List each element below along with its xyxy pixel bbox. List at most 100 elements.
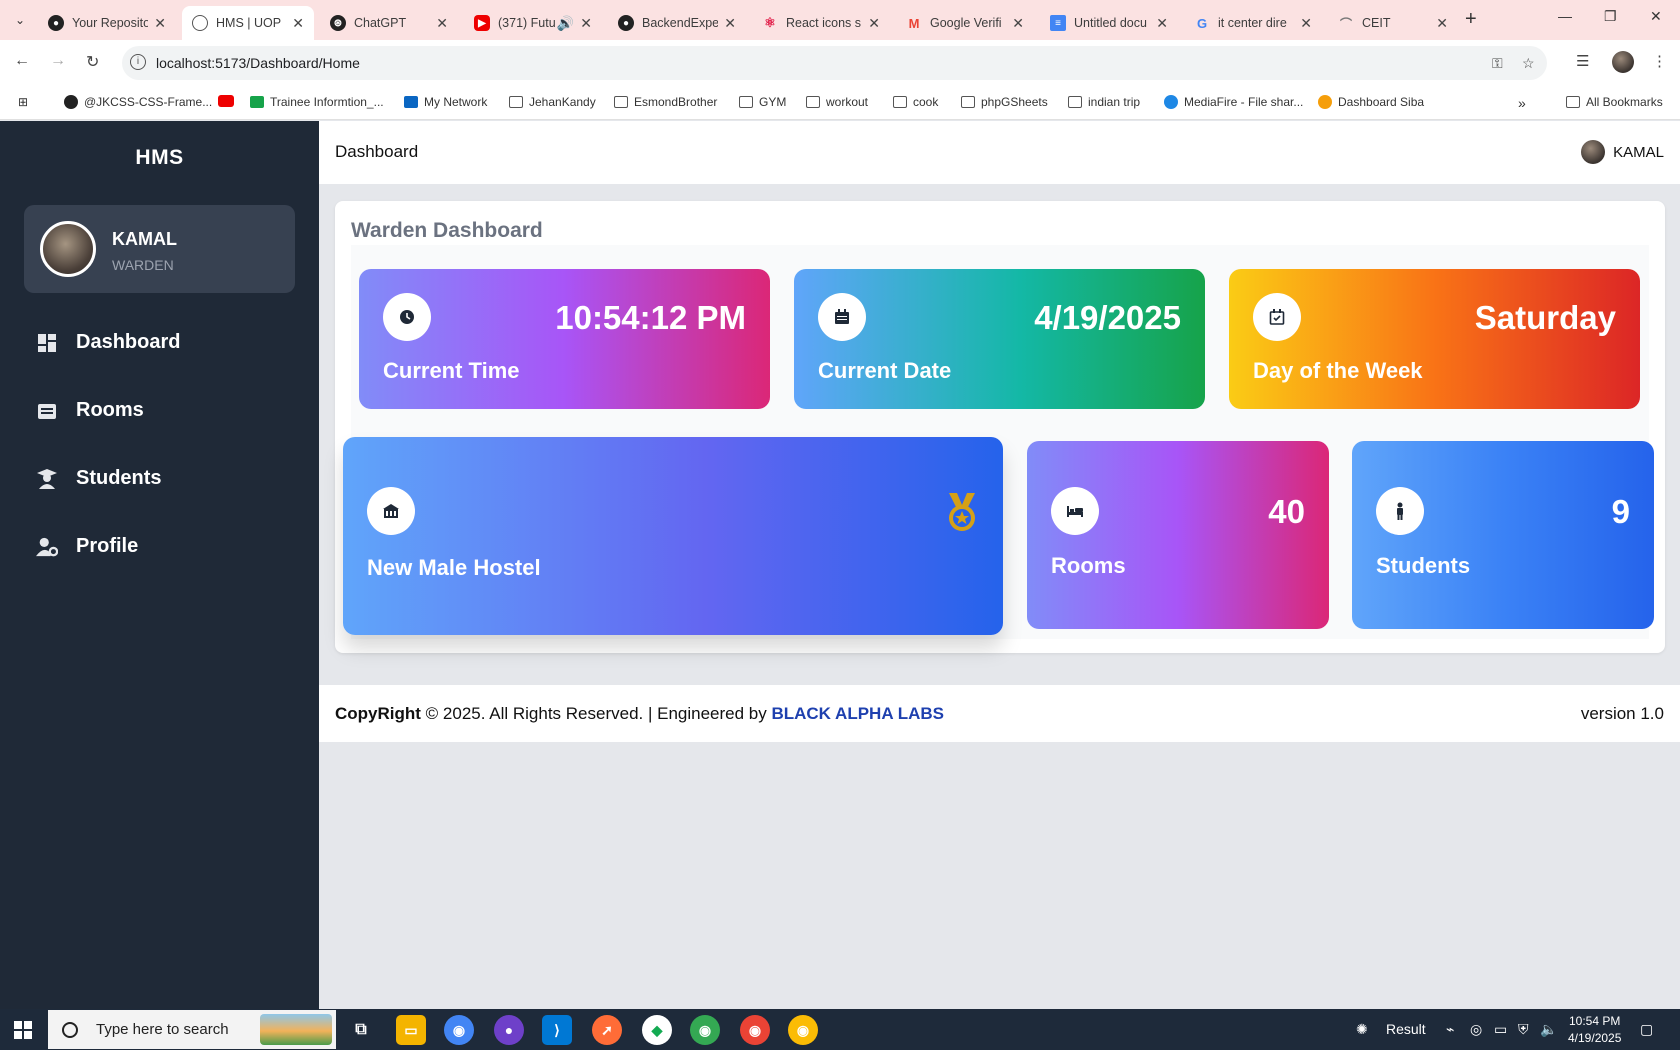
sidebar-item-profile[interactable]: Profile <box>36 535 138 558</box>
more-bookmarks-chevron-icon[interactable]: » <box>1518 95 1526 111</box>
bookmark-jehankandy[interactable]: JehanKandy <box>509 95 596 109</box>
current-date-value: 4/19/2025 <box>1034 299 1181 336</box>
sidebar-item-rooms[interactable]: Rooms <box>36 399 144 422</box>
bookmark-phpgsheets[interactable]: phpGSheets <box>961 95 1048 109</box>
chrome-profile-icon[interactable]: ◉ <box>788 1015 818 1045</box>
chrome-menu-icon[interactable]: ⋮ <box>1652 52 1667 70</box>
close-icon[interactable]: ✕ <box>1156 15 1168 32</box>
apps-grid-icon[interactable]: ⊞ <box>18 95 28 109</box>
close-icon[interactable]: ✕ <box>1300 15 1312 32</box>
profile-avatar[interactable] <box>1612 51 1634 77</box>
sheets-icon <box>250 96 264 108</box>
password-key-icon[interactable]: ⚿ <box>1492 55 1503 72</box>
minimize-button[interactable]: — <box>1558 8 1572 24</box>
taskbar-clock[interactable]: 10:54 PM 4/19/2025 <box>1568 1013 1621 1047</box>
close-icon[interactable]: ✕ <box>868 15 880 32</box>
calendar-icon <box>818 293 866 341</box>
students-count: 9 <box>1611 493 1630 530</box>
docs-icon: ≡ <box>1050 15 1066 31</box>
bookmark-esmondbrother[interactable]: EsmondBrother <box>614 95 717 109</box>
tab-youtube[interactable]: ▶ (371) Futu 🔊 ✕ <box>464 6 602 40</box>
user-name: KAMAL <box>112 229 177 249</box>
site-info-icon[interactable]: i <box>130 54 146 70</box>
media-controls-icon[interactable]: ☰ <box>1576 52 1589 70</box>
url-text[interactable]: localhost:5173/Dashboard/Home <box>156 55 360 71</box>
webcam-icon[interactable]: ◎ <box>1470 1021 1482 1038</box>
tab-hms-uop[interactable]: HMS | UOP ✕ <box>182 6 314 40</box>
notifications-icon[interactable]: ▢ <box>1640 1021 1653 1038</box>
restore-button[interactable]: ❐ <box>1604 8 1617 25</box>
volume-icon[interactable]: 🔈 <box>1540 1021 1557 1038</box>
footer: CopyRight © 2025. All Rights Reserved. |… <box>319 685 1680 742</box>
sidebar-item-dashboard[interactable]: Dashboard <box>36 331 180 354</box>
close-icon[interactable]: ✕ <box>1012 15 1024 32</box>
rooms-card[interactable]: 40 Rooms <box>1027 441 1329 629</box>
avatar <box>1612 51 1634 73</box>
students-card[interactable]: 9 Students <box>1352 441 1654 629</box>
network-icon[interactable]: ⌁ <box>1446 1021 1454 1038</box>
youtube-icon: ▶ <box>474 15 490 31</box>
bookmark-jkcss[interactable]: @JKCSS-CSS-Frame... <box>64 95 212 109</box>
bookmark-youtube[interactable] <box>218 95 240 107</box>
chrome-icon[interactable]: ◉ <box>444 1015 474 1045</box>
bookmark-gym[interactable]: GYM <box>739 95 786 109</box>
tab-chatgpt[interactable]: ⊛ ChatGPT ✕ <box>320 6 458 40</box>
windows-start-icon[interactable] <box>14 1021 32 1039</box>
close-icon[interactable]: ✕ <box>292 15 304 32</box>
file-explorer-icon[interactable]: ▭ <box>396 1015 426 1045</box>
folder-icon <box>739 96 753 108</box>
mongodb-compass-icon[interactable]: ◆ <box>642 1015 672 1045</box>
github-desktop-icon[interactable]: ● <box>494 1015 524 1045</box>
new-tab-button[interactable]: + <box>1465 8 1477 31</box>
bookmark-workout[interactable]: workout <box>806 95 868 109</box>
reload-icon[interactable]: ↻ <box>86 52 99 72</box>
vscode-icon[interactable]: ⟩ <box>542 1015 572 1045</box>
day-of-week-label: Day of the Week <box>1253 358 1423 383</box>
bookmark-my-network[interactable]: My Network <box>404 95 487 109</box>
tab-your-repositories[interactable]: ● Your Reposito ✕ <box>38 6 176 40</box>
security-icon[interactable]: ⛨ <box>1518 1021 1529 1038</box>
avatar <box>40 221 96 277</box>
bookmark-dashboard-siba[interactable]: Dashboard Siba <box>1318 95 1424 109</box>
close-window-button[interactable]: ✕ <box>1650 8 1662 25</box>
tab-untitled-document[interactable]: ≡ Untitled docu ✕ <box>1040 6 1178 40</box>
back-arrow-icon[interactable]: ← <box>14 52 30 70</box>
postman-icon[interactable]: ➚ <box>592 1015 622 1045</box>
hostel-card[interactable]: New Male Hostel <box>343 437 1003 635</box>
bookmark-cook[interactable]: cook <box>893 95 938 109</box>
result-label[interactable]: Result <box>1386 1021 1426 1037</box>
linkedin-icon <box>404 96 418 108</box>
chrome-profile-icon[interactable]: ◉ <box>690 1015 720 1045</box>
bookmark-trainee-info[interactable]: Trainee Informtion_... <box>250 95 384 109</box>
task-view-icon[interactable]: ⧉ <box>346 1015 376 1045</box>
bookmark-mediafire[interactable]: MediaFire - File shar... <box>1164 95 1303 109</box>
taskbar-search-box[interactable]: Type here to search <box>48 1010 336 1049</box>
chrome-profile-icon[interactable]: ◉ <box>740 1015 770 1045</box>
current-time-value: 10:54:12 PM <box>555 299 746 336</box>
tab-ceit[interactable]: ⌒ CEIT ✕ <box>1328 6 1458 40</box>
close-icon[interactable]: ✕ <box>580 15 592 32</box>
bookmark-indian-trip[interactable]: indian trip <box>1068 95 1140 109</box>
brand-logo[interactable]: HMS <box>0 146 319 170</box>
forward-arrow-icon[interactable]: → <box>50 52 66 70</box>
rooms-count: 40 <box>1268 493 1305 530</box>
tab-search-button[interactable]: ⌄ <box>8 8 32 32</box>
bookmark-star-icon[interactable]: ☆ <box>1522 55 1535 72</box>
header-user-menu[interactable]: KAMAL <box>1581 140 1664 164</box>
tab-backendexpert[interactable]: ● BackendExpe ✕ <box>608 6 746 40</box>
sidebar-item-students[interactable]: Students <box>36 467 162 490</box>
copilot-icon[interactable]: ✺ <box>1356 1021 1368 1038</box>
speaker-icon[interactable]: 🔊 <box>557 15 574 32</box>
tab-google-verification[interactable]: M Google Verifi ✕ <box>896 6 1034 40</box>
close-icon[interactable]: ✕ <box>724 15 736 32</box>
close-icon[interactable]: ✕ <box>1436 15 1448 32</box>
tab-react-icons[interactable]: ⚛ React icons s ✕ <box>752 6 890 40</box>
all-bookmarks-folder[interactable]: All Bookmarks <box>1566 95 1663 109</box>
address-bar[interactable]: i localhost:5173/Dashboard/Home ⚿ ☆ <box>122 46 1547 80</box>
company-link[interactable]: BLACK ALPHA LABS <box>771 704 944 723</box>
gmail-icon: M <box>908 15 920 31</box>
display-icon[interactable]: ▭ <box>1494 1021 1507 1038</box>
tab-it-center[interactable]: G it center dire ✕ <box>1184 6 1322 40</box>
close-icon[interactable]: ✕ <box>154 15 166 32</box>
close-icon[interactable]: ✕ <box>436 15 448 32</box>
